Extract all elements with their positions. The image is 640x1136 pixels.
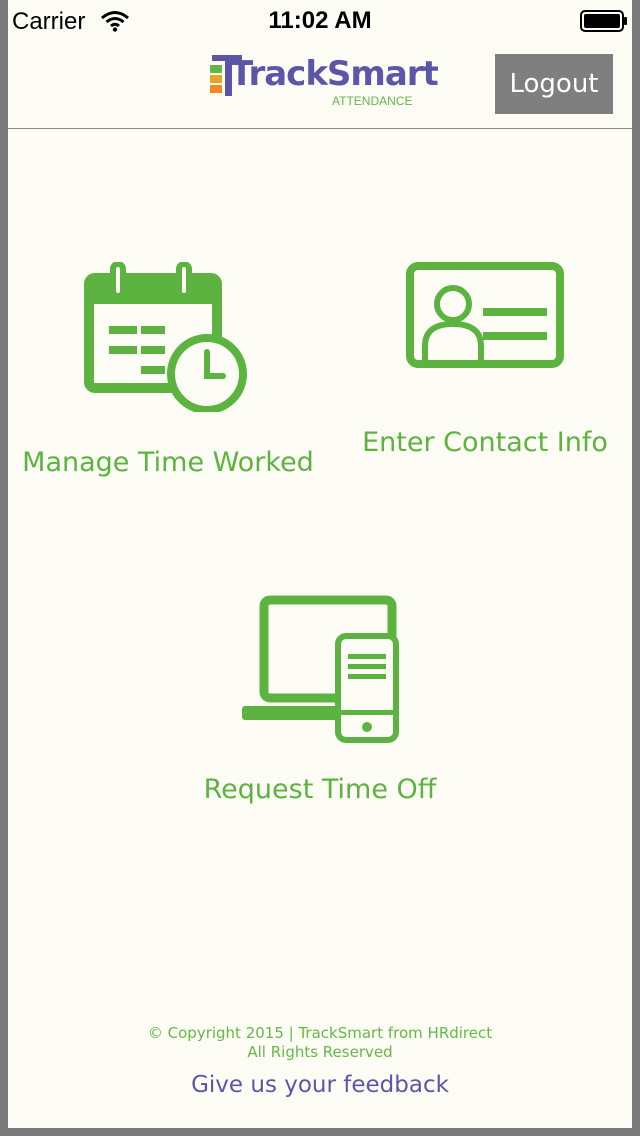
footer: © Copyright 2015 | TrackSmart from HRdir… [8, 1024, 632, 1098]
logo-subtext: ATTENDANCE [332, 94, 413, 108]
calendar-clock-icon [84, 262, 247, 412]
tracksmart-logo: TrackSmart ATTENDANCE [208, 52, 439, 114]
logo-wordmark: TrackSmart [230, 54, 439, 94]
status-time: 11:02 AM [268, 7, 372, 34]
app-header: TrackSmart ATTENDANCE Logout [8, 40, 632, 129]
tile-enter-contact-info[interactable]: Enter Contact Info [344, 262, 626, 458]
tile-label-manage: Manage Time Worked [22, 447, 314, 478]
logout-button[interactable]: Logout [495, 54, 613, 114]
feedback-link[interactable]: Give us your feedback [191, 1072, 449, 1098]
tile-request-time-off[interactable]: Request Time Off [168, 592, 472, 805]
copyright-line: © Copyright 2015 | TrackSmart from HRdir… [147, 1024, 493, 1042]
tile-label-contact: Enter Contact Info [362, 427, 608, 458]
contact-card-icon [406, 262, 564, 368]
status-bar: Carrier 11:02 AM [8, 0, 632, 40]
desktop-phone-icon [242, 595, 399, 743]
app-screen: Carrier 11:02 AM TrackSmart ATTENDANCE L… [8, 0, 632, 1128]
rights-reserved-line: All Rights Reserved [247, 1043, 393, 1061]
tile-label-request: Request Time Off [203, 774, 437, 805]
tile-manage-time-worked[interactable]: Manage Time Worked [12, 262, 324, 478]
battery-icon [580, 10, 627, 32]
